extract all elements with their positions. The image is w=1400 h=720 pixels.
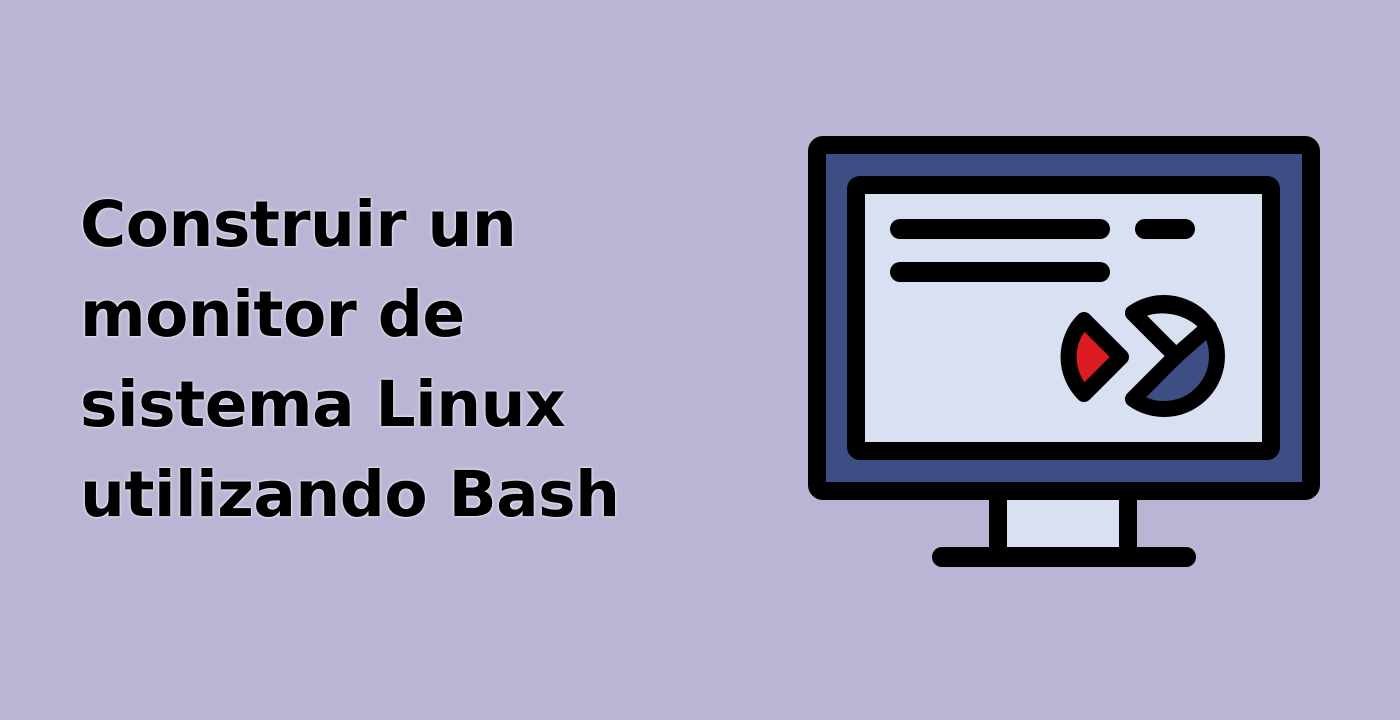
banner: Construir un monitor de sistema Linux ut… (0, 0, 1400, 720)
computer-monitor-icon (808, 136, 1320, 567)
title-line-3: sistema Linux (80, 368, 566, 441)
title-line-4: utilizando Bash (80, 458, 620, 531)
title-line-1: Construir un (80, 188, 517, 261)
page-title: Construir un monitor de sistema Linux ut… (80, 180, 720, 540)
title-line-2: monitor de (80, 278, 465, 351)
